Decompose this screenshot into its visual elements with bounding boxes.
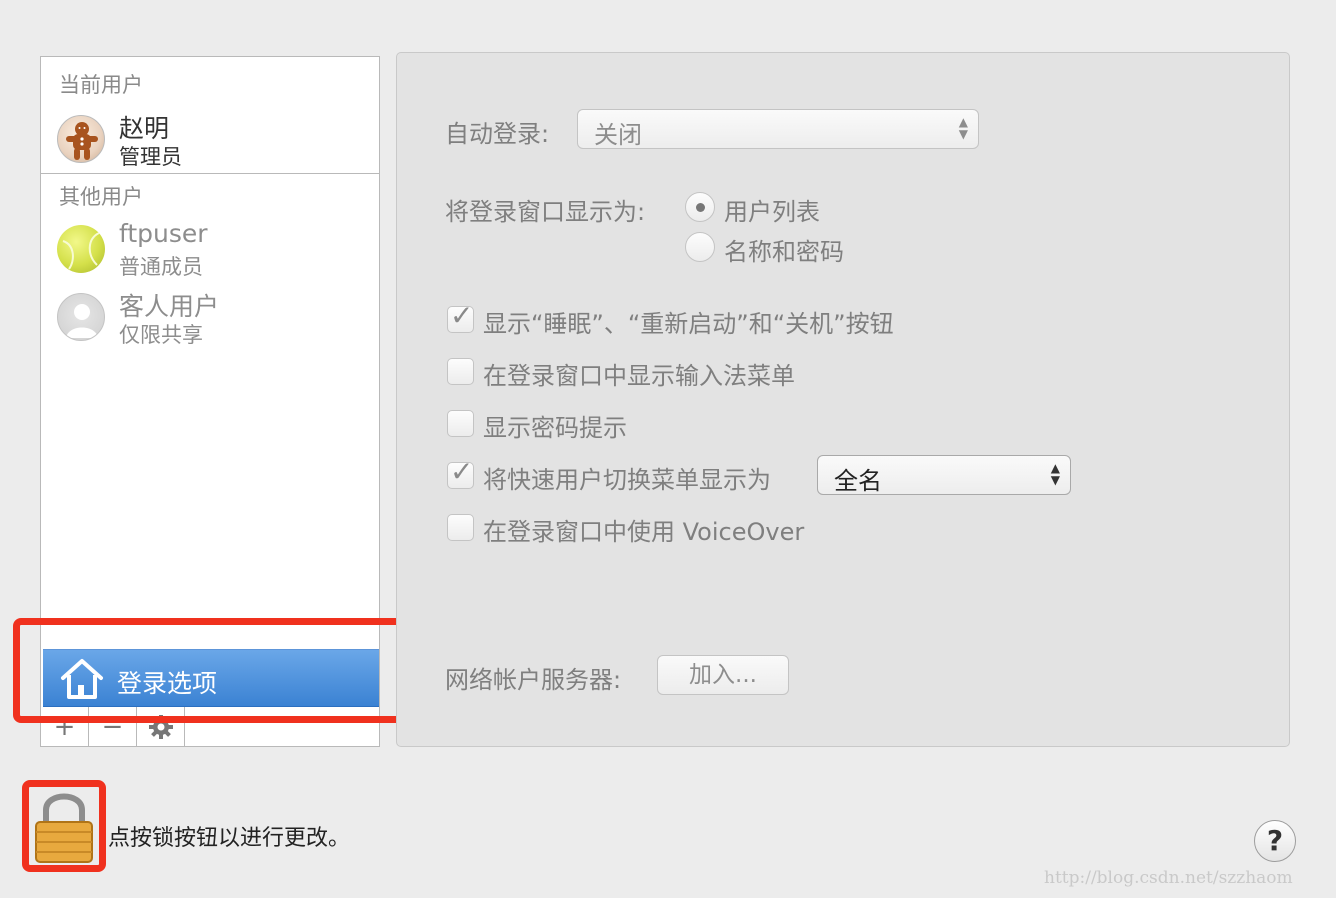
checkmark-icon: ✓ (450, 299, 474, 332)
checkbox-show-buttons[interactable]: ✓ (447, 299, 474, 333)
popup-arrows-icon: ▲ ▼ (1050, 461, 1060, 487)
network-server-label: 网络帐户服务器: (445, 666, 622, 694)
login-options-panel: 自动登录: 关闭 ▲ ▼ 将登录窗口显示为: 用户列表 名称和密码 ✓ 显示“睡眠… (396, 52, 1290, 747)
user-name: 赵明 (119, 114, 170, 143)
checkbox-fast-user-switch-label: 将快速用户切换菜单显示为 (483, 466, 771, 494)
checkbox-fast-user-switch[interactable]: ✓ (447, 455, 474, 489)
guest-avatar-icon (57, 293, 105, 341)
checkbox-show-buttons-label: 显示“睡眠”、“重新启动”和“关机”按钮 (483, 310, 894, 338)
radio-name-password-label: 名称和密码 (724, 238, 844, 266)
help-button[interactable]: ? (1254, 820, 1296, 862)
lock-instruction-text: 点按锁按钮以进行更改。 (108, 826, 351, 851)
checkmark-icon: ✓ (450, 455, 474, 488)
checkbox-voiceover-label: 在登录窗口中使用 VoiceOver (483, 518, 805, 546)
join-button[interactable]: 加入... (657, 655, 789, 695)
gingerbread-avatar-icon (57, 115, 105, 163)
lock-button[interactable] (22, 780, 106, 872)
auto-login-label: 自动登录: (445, 120, 550, 148)
user-name: ftpuser (119, 219, 208, 248)
checkbox-password-hints[interactable] (447, 410, 474, 437)
user-role: 管理员 (119, 145, 182, 169)
fast-user-switch-popup[interactable]: 全名 ▲ ▼ (817, 455, 1071, 495)
checkbox-input-menu-label: 在登录窗口中显示输入法菜单 (483, 362, 795, 390)
lock-icon (35, 793, 93, 863)
current-users-title: 当前用户 (59, 73, 143, 97)
display-login-window-label: 将登录窗口显示为: (445, 198, 646, 226)
radio-name-password[interactable] (685, 232, 715, 262)
auto-login-popup[interactable]: 关闭 ▲ ▼ (577, 109, 979, 149)
other-users-title: 其他用户 (59, 185, 143, 209)
user-role: 普通成员 (119, 255, 203, 279)
checkbox-voiceover[interactable] (447, 514, 474, 541)
user-name: 客人用户 (119, 292, 220, 321)
checkbox-input-menu[interactable] (447, 358, 474, 385)
popup-arrows-icon: ▲ ▼ (958, 115, 968, 141)
radio-user-list-label: 用户列表 (724, 198, 820, 226)
radio-user-list[interactable] (685, 192, 715, 222)
highlight-box-login-options (13, 618, 409, 723)
fast-user-switch-value: 全名 (834, 467, 882, 495)
checkbox-password-hints-label: 显示密码提示 (483, 414, 627, 442)
auto-login-value: 关闭 (594, 121, 642, 149)
user-item-current[interactable]: 赵明 管理员 (57, 111, 377, 171)
divider (41, 173, 379, 174)
tennis-ball-avatar-icon (57, 225, 105, 273)
user-role: 仅限共享 (119, 323, 203, 347)
user-item-ftpuser[interactable]: ftpuser 普通成员 (57, 219, 377, 281)
watermark-text: http://blog.csdn.net/szzhaom (1044, 868, 1293, 888)
radio-dot (696, 203, 705, 212)
user-item-guest[interactable]: 客人用户 仅限共享 (57, 289, 377, 349)
users-groups-window: 当前用户 赵明 管理员 其他用户 ftpuser 普通成员 客人用户 仅限共享 … (0, 0, 1336, 898)
